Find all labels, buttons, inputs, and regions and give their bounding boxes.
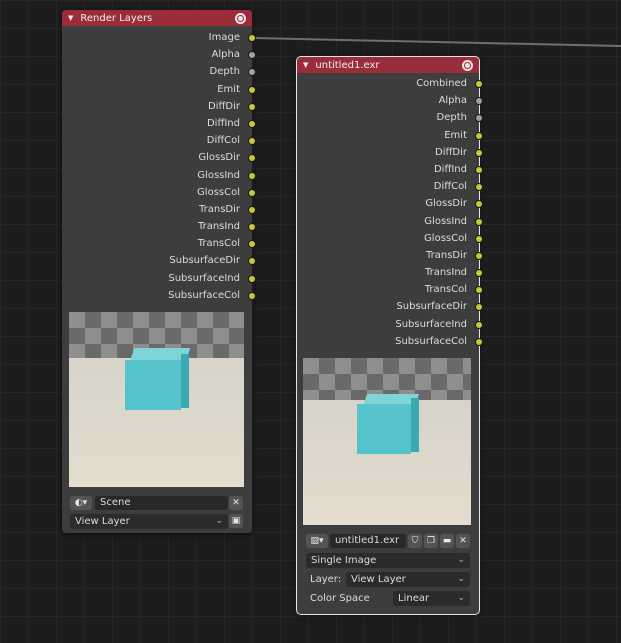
output-socket[interactable]: Alpha — [62, 47, 255, 64]
output-socket[interactable]: SubsurfaceInd — [62, 271, 255, 288]
output-socket[interactable]: DiffCol — [62, 133, 255, 150]
output-socket[interactable]: DiffCol — [297, 179, 482, 196]
chevron-down-icon: ⌄ — [215, 516, 223, 526]
color-space-label: Color Space — [310, 593, 370, 604]
duplicate-icon[interactable]: ❐ — [424, 534, 438, 548]
render-preview — [69, 312, 244, 487]
folder-icon[interactable]: ▬ — [440, 534, 454, 548]
output-socket[interactable]: Emit — [62, 82, 255, 99]
output-socket[interactable]: Alpha — [297, 93, 482, 110]
output-socket[interactable]: GlossInd — [62, 168, 255, 185]
scene-type-icon[interactable]: ◐▾ — [70, 496, 92, 510]
render-layers-title: Render Layers — [80, 12, 153, 24]
chevron-down-icon: ⌄ — [457, 574, 465, 584]
source-dropdown[interactable]: Single Image ⌄ — [306, 553, 470, 568]
layer-dropdown[interactable]: View Layer ⌄ — [346, 572, 470, 587]
output-socket[interactable]: GlossDir — [62, 150, 255, 167]
output-socket[interactable]: DiffInd — [297, 162, 482, 179]
color-space-dropdown[interactable]: Linear ⌄ — [393, 591, 470, 606]
output-socket[interactable]: Depth — [62, 64, 255, 81]
view-layer-dropdown[interactable]: View Layer ⌄ — [70, 514, 228, 529]
output-socket[interactable]: Combined — [297, 76, 482, 93]
image-node-title: untitled1.exr — [315, 59, 380, 71]
image-node-header[interactable]: ▼ untitled1.exr — [297, 57, 479, 73]
output-socket[interactable]: TransInd — [62, 219, 255, 236]
output-socket[interactable]: DiffInd — [62, 116, 255, 133]
output-socket[interactable]: DiffDir — [62, 99, 255, 116]
cube-side — [411, 398, 419, 452]
output-socket[interactable]: GlossDir — [297, 196, 482, 213]
image-node-outputs: Combined Alpha Depth Emit DiffDir DiffIn… — [297, 73, 482, 351]
output-socket[interactable]: SubsurfaceDir — [62, 253, 255, 270]
output-socket[interactable]: SubsurfaceCol — [297, 334, 482, 351]
image-preview — [303, 358, 471, 525]
globe-icon — [462, 59, 473, 71]
output-socket[interactable]: Emit — [297, 128, 482, 145]
layer-label: Layer: — [310, 574, 342, 585]
globe-icon — [235, 12, 246, 24]
output-socket[interactable]: SubsurfaceInd — [297, 317, 482, 334]
close-icon[interactable]: ✕ — [456, 534, 470, 548]
output-socket[interactable]: Depth — [297, 110, 482, 127]
render-layers-outputs: Image Alpha Depth Emit DiffDir DiffInd D… — [62, 26, 255, 305]
output-socket[interactable]: DiffDir — [297, 145, 482, 162]
render-icon[interactable]: ▣ — [229, 514, 243, 528]
chevron-down-icon: ⌄ — [457, 555, 465, 565]
render-layers-header[interactable]: ▼ Render Layers — [62, 10, 252, 26]
output-socket[interactable]: GlossInd — [297, 214, 482, 231]
output-socket[interactable]: TransInd — [297, 265, 482, 282]
output-socket[interactable]: TransCol — [297, 282, 482, 299]
image-browse-icon[interactable]: ▨▾ — [306, 534, 328, 548]
chevron-down-icon: ⌄ — [457, 593, 465, 603]
output-socket[interactable]: Image — [62, 30, 255, 47]
image-node[interactable]: ▼ untitled1.exr Combined Alpha Depth Emi… — [296, 56, 482, 615]
scene-field[interactable]: Scene — [95, 496, 228, 510]
cube-side — [181, 354, 189, 408]
collapse-icon[interactable]: ▼ — [68, 14, 73, 22]
fake-user-icon[interactable]: ⛉ — [408, 534, 422, 548]
output-socket[interactable]: SubsurfaceCol — [62, 288, 255, 305]
output-socket[interactable]: GlossCol — [62, 185, 255, 202]
render-layers-node[interactable]: ▼ Render Layers Image Alpha Depth Emit D… — [62, 10, 255, 533]
image-name-field[interactable]: untitled1.exr — [330, 534, 406, 548]
cube-face — [357, 404, 411, 454]
clear-scene-icon[interactable]: ✕ — [229, 496, 243, 510]
output-socket[interactable]: TransDir — [297, 248, 482, 265]
output-socket[interactable]: SubsurfaceDir — [297, 299, 482, 316]
output-socket[interactable]: TransCol — [62, 236, 255, 253]
output-socket[interactable]: GlossCol — [297, 231, 482, 248]
node-link — [252, 37, 621, 47]
cube-face — [125, 360, 181, 410]
collapse-icon[interactable]: ▼ — [303, 61, 308, 69]
output-socket[interactable]: TransDir — [62, 202, 255, 219]
